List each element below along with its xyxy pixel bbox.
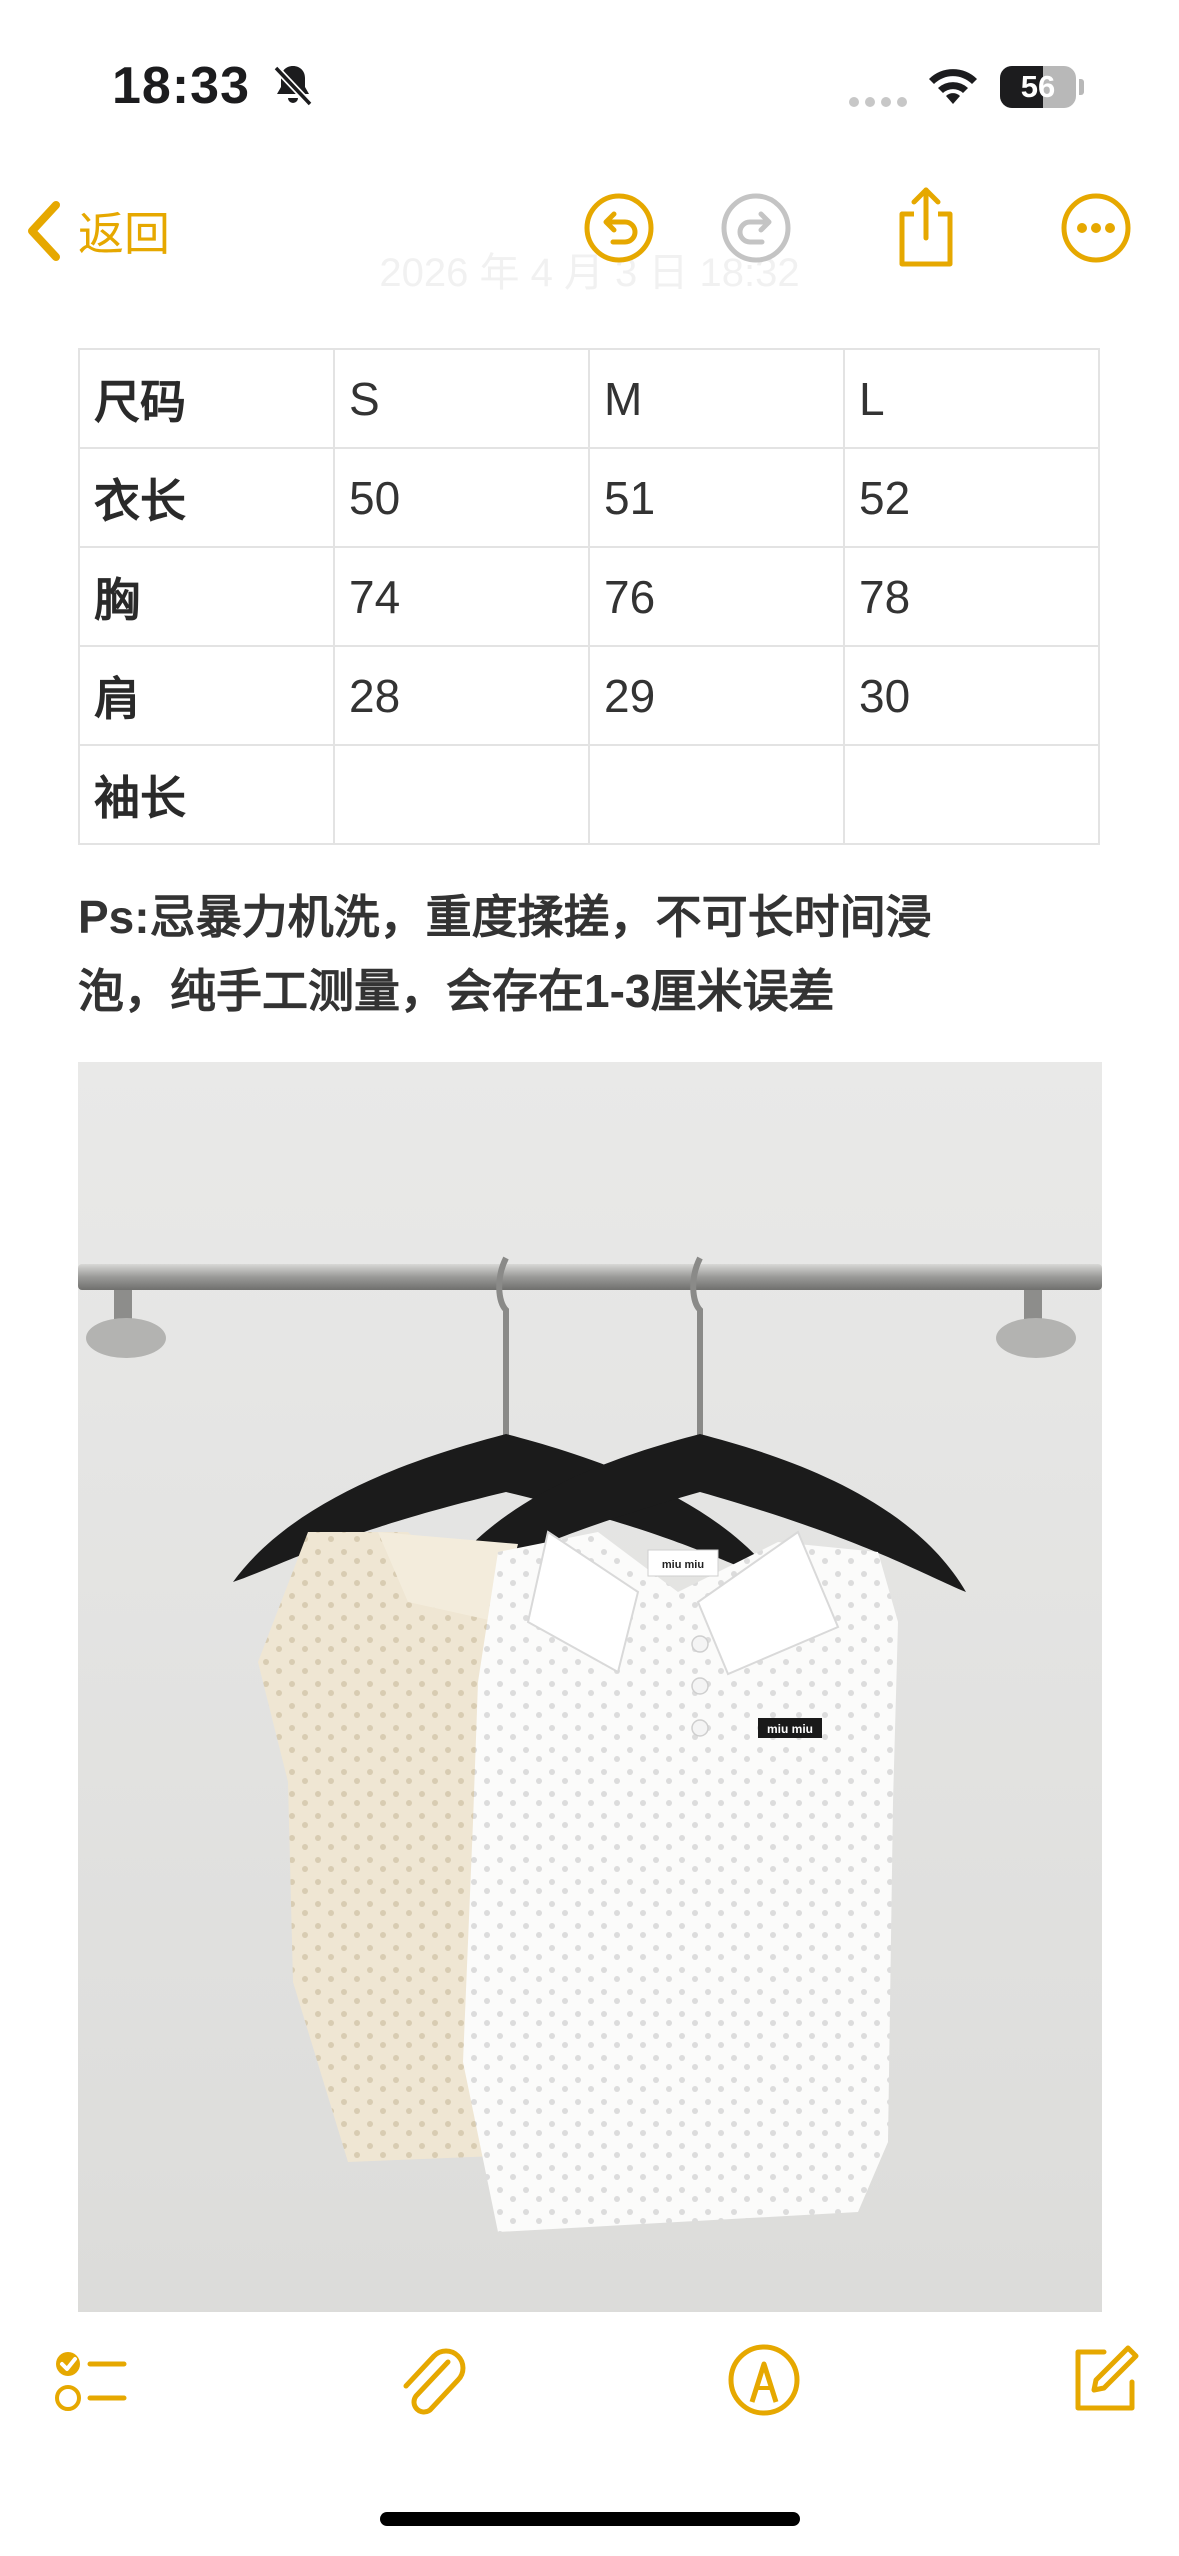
table-cell	[333, 744, 590, 845]
battery-body: 56	[1000, 66, 1076, 108]
checklist-icon[interactable]	[50, 2340, 130, 2420]
home-indicator[interactable]	[380, 2512, 800, 2526]
undo-icon[interactable]	[581, 190, 657, 266]
bottom-toolbar	[0, 2340, 1179, 2450]
wifi-icon	[929, 69, 977, 104]
product-photo[interactable]: miu miu miu miu	[78, 1062, 1102, 2312]
table-cell: 29	[588, 645, 845, 746]
table-row-header-cell: 袖长	[78, 744, 335, 845]
chevron-left-icon	[28, 201, 60, 261]
table-cell: S	[333, 348, 590, 449]
table-row: 胸 74 76 78	[78, 546, 1100, 647]
more-icon[interactable]	[1058, 190, 1134, 266]
status-time: 18:33	[112, 57, 250, 115]
photo-illustration: miu miu miu miu	[78, 1062, 1102, 2312]
share-icon[interactable]	[888, 184, 964, 270]
table-cell: 50	[333, 447, 590, 548]
table-row: 衣长 50 51 52	[78, 447, 1100, 548]
table-cell	[843, 744, 1100, 845]
table-row: 尺码 S M L	[78, 348, 1100, 449]
table-row-header-cell: 衣长	[78, 447, 335, 548]
compose-icon[interactable]	[1064, 2340, 1144, 2420]
table-cell: L	[843, 348, 1100, 449]
battery-cap	[1079, 79, 1084, 95]
battery-indicator: 56	[1000, 66, 1084, 108]
table-cell: 78	[843, 546, 1100, 647]
table-row-header-cell: 尺码	[78, 348, 335, 449]
table-row-header-cell: 肩	[78, 645, 335, 746]
cellular-signal-icon	[849, 97, 907, 107]
table-cell	[588, 744, 845, 845]
table-cell: M	[588, 348, 845, 449]
table-cell: 52	[843, 447, 1100, 548]
table-cell: 28	[333, 645, 590, 746]
table-cell: 74	[333, 546, 590, 647]
care-note-line-2: 泡，纯手工测量，会存在1-3厘米误差	[78, 965, 835, 1017]
status-bar: 18:33 56	[0, 0, 1179, 150]
back-label: 返回	[78, 208, 170, 260]
care-note: Ps:忌暴力机洗，重度揉搓，不可长时间浸 泡，纯手工测量，会存在1-3厘米误差	[78, 880, 1108, 1028]
table-cell: 30	[843, 645, 1100, 746]
table-row: 袖长	[78, 744, 1100, 845]
care-note-line-1: Ps:忌暴力机洗，重度揉搓，不可长时间浸	[78, 891, 932, 943]
chest-label-text: miu miu	[767, 1722, 813, 1736]
table-row: 肩 28 29 30	[78, 645, 1100, 746]
battery-percent: 56	[1020, 69, 1056, 104]
neck-label-text: miu miu	[662, 1559, 704, 1571]
table-cell: 51	[588, 447, 845, 548]
table-cell: 76	[588, 546, 845, 647]
markup-pen-icon[interactable]	[724, 2340, 804, 2420]
nav-bar: 2026 年 4 月 3 日 18:32 返回	[0, 170, 1179, 295]
table-row-header-cell: 胸	[78, 546, 335, 647]
size-table: 尺码 S M L 衣长 50 51 52 胸 74 76 78 肩 28 29 30 袖长	[78, 348, 1100, 845]
back-button[interactable]: 返回	[24, 196, 170, 266]
paperclip-icon[interactable]	[390, 2340, 470, 2420]
bell-slash-icon	[273, 65, 313, 107]
redo-icon[interactable]	[718, 190, 794, 266]
